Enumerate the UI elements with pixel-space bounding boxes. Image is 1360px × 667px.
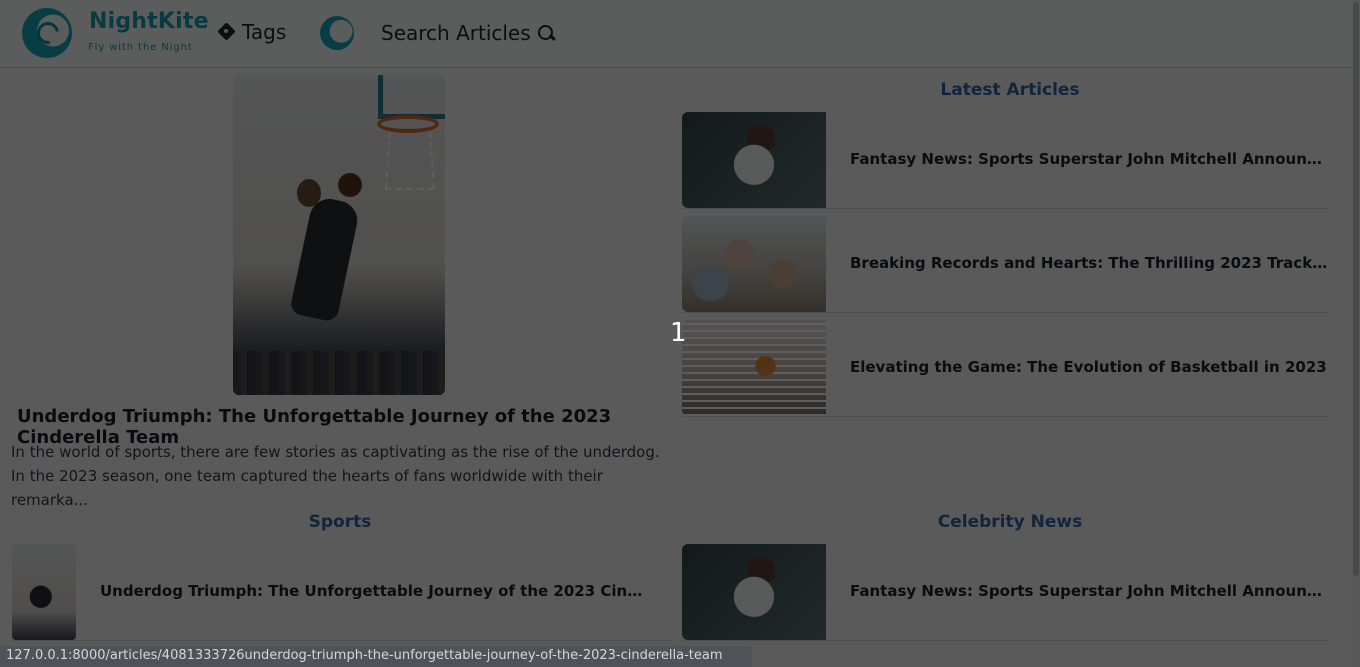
latest-article-row[interactable]: Elevating the Game: The Evolution of Bas… <box>682 320 1330 417</box>
search-label: Search Articles <box>381 21 531 45</box>
tag-icon <box>218 23 236 41</box>
article-thumbnail[interactable] <box>12 544 76 640</box>
latest-article-row[interactable]: Breaking Records and Hearts: The Thrilli… <box>682 216 1330 313</box>
tags-link[interactable]: Tags <box>218 20 286 44</box>
theme-toggle-icon[interactable] <box>320 16 354 50</box>
scrollbar[interactable] <box>1352 0 1360 667</box>
sports-heading: Sports <box>308 512 372 532</box>
search-articles-link[interactable]: Search Articles <box>381 21 555 45</box>
scrollbar-thumb[interactable] <box>1353 2 1359 576</box>
basketball-player <box>289 195 361 323</box>
search-icon <box>537 24 555 42</box>
article-thumbnail[interactable] <box>682 216 826 312</box>
article-thumbnail[interactable] <box>682 320 826 416</box>
brand-name[interactable]: NightKite <box>89 9 209 34</box>
page: NightKite Fly with the Night Tags Search… <box>0 0 1360 667</box>
status-bar-url: 127.0.0.1:8000/articles/4081333726underd… <box>0 646 752 667</box>
article-title[interactable]: Breaking Records and Hearts: The Thrilli… <box>850 254 1330 272</box>
article-thumbnail[interactable] <box>682 112 826 208</box>
basketball <box>338 173 362 197</box>
article-title[interactable]: Fantasy News: Sports Superstar John Mitc… <box>850 582 1330 600</box>
basketball-backboard <box>378 75 445 119</box>
crowd <box>233 351 445 395</box>
site-header: NightKite Fly with the Night Tags Search… <box>0 0 1352 68</box>
basketball-net <box>384 132 436 191</box>
featured-article-excerpt: In the world of sports, there are few st… <box>11 443 660 509</box>
sports-article-row[interactable]: Underdog Triumph: The Unforgettable Jour… <box>12 544 672 641</box>
latest-articles-heading: Latest Articles <box>940 80 1080 100</box>
article-title[interactable]: Underdog Triumph: The Unforgettable Jour… <box>100 582 652 600</box>
celebrity-news-heading: Celebrity News <box>937 512 1083 532</box>
article-title[interactable]: Fantasy News: Sports Superstar John Mitc… <box>850 150 1330 168</box>
player-head <box>297 179 321 207</box>
tags-label: Tags <box>242 20 287 44</box>
basketball-rim <box>377 115 439 133</box>
carousel-page-indicator: 1 <box>670 318 687 348</box>
brand-tagline: Fly with the Night <box>88 42 193 53</box>
featured-article-image[interactable] <box>233 75 445 395</box>
article-thumbnail[interactable] <box>682 544 826 640</box>
article-title[interactable]: Elevating the Game: The Evolution of Bas… <box>850 358 1330 376</box>
latest-article-row[interactable]: Fantasy News: Sports Superstar John Mitc… <box>682 112 1330 209</box>
celebrity-article-row[interactable]: Fantasy News: Sports Superstar John Mitc… <box>682 544 1330 641</box>
